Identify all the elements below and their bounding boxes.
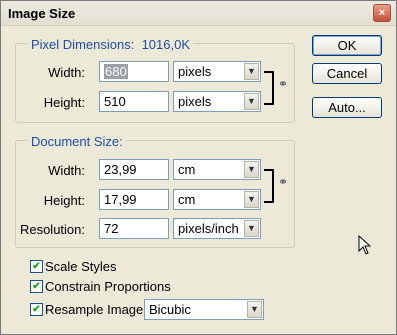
pixel-width-input[interactable]: 680 (99, 61, 169, 82)
chevron-down-icon: ▼ (244, 220, 259, 237)
chevron-down-icon: ▼ (244, 93, 259, 110)
chevron-down-icon: ▼ (244, 63, 259, 80)
document-height-input[interactable]: 17,99 (99, 189, 169, 210)
dialog-title: Image Size (8, 6, 76, 21)
chain-link-icon: ⚭ (278, 175, 289, 189)
resample-image-label[interactable]: Resample Image: (45, 302, 147, 317)
chain-link-icon: ⚭ (278, 77, 289, 91)
resolution-input[interactable]: 72 (99, 218, 169, 239)
document-width-label: Width: (48, 163, 85, 178)
pixel-height-label: Height: (43, 95, 85, 110)
mouse-cursor-icon (358, 235, 372, 255)
ok-button[interactable]: OK (312, 35, 382, 56)
document-size-legend: Document Size: (28, 134, 126, 149)
pixel-dimensions-legend: Pixel Dimensions: 1016,0K (28, 37, 193, 52)
resample-method-select[interactable]: Bicubic ▼ (144, 299, 264, 320)
document-link-bracket (264, 169, 274, 203)
chevron-down-icon: ▼ (247, 301, 262, 318)
constrain-proportions-checkbox[interactable]: ✔ (30, 280, 43, 293)
document-height-label: Height: (43, 193, 85, 208)
cancel-button[interactable]: Cancel (312, 63, 382, 84)
resolution-label: Resolution: (19, 222, 85, 237)
image-size-dialog: Image Size × Pixel Dimensions: 1016,0K W… (0, 0, 397, 335)
pixel-width-unit-select[interactable]: pixels ▼ (173, 61, 261, 82)
scale-styles-label[interactable]: Scale Styles (45, 259, 117, 274)
document-width-input[interactable]: 23,99 (99, 159, 169, 180)
checkmark-icon: ✔ (32, 261, 41, 272)
chevron-down-icon: ▼ (244, 161, 259, 178)
scale-styles-checkbox[interactable]: ✔ (30, 260, 43, 273)
checkmark-icon: ✔ (32, 281, 41, 292)
checkmark-icon: ✔ (32, 304, 41, 315)
pixel-link-bracket (264, 71, 274, 105)
close-button[interactable]: × (373, 4, 391, 22)
constrain-proportions-label[interactable]: Constrain Proportions (45, 279, 171, 294)
resample-image-checkbox[interactable]: ✔ (30, 303, 43, 316)
chevron-down-icon: ▼ (244, 191, 259, 208)
document-width-unit-select[interactable]: cm ▼ (173, 159, 261, 180)
pixel-height-input[interactable]: 510 (99, 91, 169, 112)
pixel-dimensions-size: 1016,0K (141, 37, 190, 52)
auto-button[interactable]: Auto... (312, 97, 382, 118)
resolution-unit-select[interactable]: pixels/inch ▼ (173, 218, 261, 239)
document-height-unit-select[interactable]: cm ▼ (173, 189, 261, 210)
pixel-height-unit-select[interactable]: pixels ▼ (173, 91, 261, 112)
pixel-width-label: Width: (48, 65, 85, 80)
title-bar: Image Size × (1, 1, 396, 26)
